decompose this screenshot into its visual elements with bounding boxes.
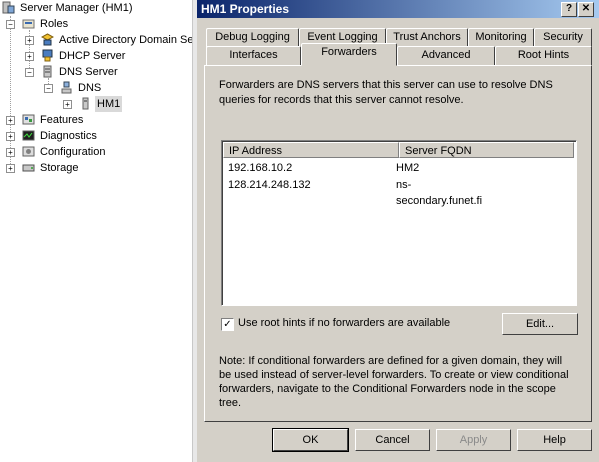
root-hints-label[interactable]: Use root hints if no forwarders are avai…: [238, 317, 450, 329]
dns-server-icon: [43, 65, 52, 78]
dhcp-icon: [42, 49, 53, 62]
tree-item-label: Storage: [40, 162, 79, 174]
tree-item-label: Active Directory Domain Se: [59, 34, 194, 46]
tree-item-label: Features: [40, 114, 84, 126]
help-button[interactable]: Help: [517, 429, 592, 451]
roles-icon: [22, 19, 35, 29]
list-item[interactable]: 192.168.10.2 HM2: [228, 160, 419, 176]
tree-item-label: DNS: [78, 82, 102, 94]
storage-icon: [22, 164, 35, 172]
conditional-forwarders-note: Note: If conditional forwarders are defi…: [219, 355, 569, 409]
collapse-icon[interactable]: −: [44, 84, 53, 93]
expand-icon[interactable]: +: [25, 36, 34, 45]
tree-item-dhcp[interactable]: + DHCP Server: [0, 48, 190, 64]
server-manager-icon: [2, 1, 15, 14]
collapse-icon[interactable]: −: [25, 68, 34, 77]
tab-trust-anchors[interactable]: Trust Anchors: [386, 28, 468, 48]
tab-root-hints[interactable]: Root Hints: [495, 46, 592, 66]
tab-debug-logging[interactable]: Debug Logging: [206, 28, 299, 48]
properties-dialog: HM1 Properties ? ✕ Debug Logging Event L…: [197, 0, 599, 462]
close-icon[interactable]: ✕: [578, 2, 594, 17]
scope-tree: Server Manager (HM1) − Roles + Active Di…: [0, 0, 196, 462]
dns-icon: [61, 81, 72, 94]
edit-button[interactable]: Edit...: [502, 313, 578, 335]
dialog-titlebar[interactable]: HM1 Properties ? ✕: [197, 0, 599, 18]
forwarders-panel: Forwarders are DNS servers that this ser…: [204, 65, 592, 422]
tree-item-hm1[interactable]: + HM1: [0, 96, 190, 112]
list-item[interactable]: 128.214.248.132 ns-secondary.funet.fi: [228, 177, 482, 207]
expand-icon[interactable]: +: [6, 164, 15, 173]
help-icon[interactable]: ?: [561, 2, 577, 17]
fqdn-cell: HM2: [396, 162, 420, 174]
tab-interfaces[interactable]: Interfaces: [206, 46, 301, 66]
ip-address-cell: 128.214.248.132: [228, 179, 311, 191]
tree-item-configuration[interactable]: + Configuration: [0, 144, 190, 160]
forwarders-description: Forwarders are DNS servers that this ser…: [219, 79, 553, 106]
ok-button[interactable]: OK: [272, 428, 349, 452]
tab-forwarders[interactable]: Forwarders: [301, 43, 397, 66]
tree-item-label: Diagnostics: [40, 130, 97, 142]
tab-advanced[interactable]: Advanced: [397, 46, 495, 66]
tree-item-storage[interactable]: + Storage: [0, 160, 190, 176]
root-hints-checkbox[interactable]: ✓: [221, 318, 234, 331]
tree-item-label: DNS Server: [59, 66, 118, 78]
tree-item-diagnostics[interactable]: + Diagnostics: [0, 128, 190, 144]
expand-icon[interactable]: +: [63, 100, 72, 109]
expand-icon[interactable]: +: [6, 132, 15, 141]
tree-item-label: HM1: [95, 96, 123, 112]
active-directory-icon: [41, 33, 54, 46]
fqdn-cell: ns-secondary.funet.fi: [396, 179, 483, 207]
apply-button[interactable]: Apply: [436, 429, 511, 451]
column-header-ip-address[interactable]: IP Address: [223, 142, 399, 158]
tree-item-roles[interactable]: − Roles: [0, 16, 190, 32]
tree-item-dns[interactable]: − DNS: [0, 80, 190, 96]
server-icon: [82, 97, 89, 110]
tree-item-active-directory[interactable]: + Active Directory Domain Se: [0, 32, 194, 48]
tree-item-label: DHCP Server: [59, 50, 126, 62]
dialog-title: HM1 Properties: [201, 2, 290, 16]
forwarders-list[interactable]: IP Address Server FQDN 192.168.10.2 HM2 …: [221, 140, 577, 306]
tab-security[interactable]: Security: [534, 28, 592, 48]
cancel-button[interactable]: Cancel: [355, 429, 430, 451]
tree-item-label: Roles: [40, 18, 69, 30]
column-header-server-fqdn[interactable]: Server FQDN: [399, 142, 574, 158]
expand-icon[interactable]: +: [25, 52, 34, 61]
diagnostics-icon: [22, 130, 35, 141]
ip-address-cell: 192.168.10.2: [228, 162, 293, 174]
expand-icon[interactable]: +: [6, 148, 15, 157]
tree-item-features[interactable]: + Features: [0, 112, 190, 128]
tab-monitoring[interactable]: Monitoring: [468, 28, 534, 48]
tree-root-label: Server Manager (HM1): [20, 2, 133, 14]
tree-item-dns-server[interactable]: − DNS Server: [0, 64, 190, 80]
tree-item-label: Configuration: [40, 146, 106, 158]
configuration-icon: [22, 146, 35, 157]
collapse-icon[interactable]: −: [6, 20, 15, 29]
features-icon: [22, 114, 35, 125]
expand-icon[interactable]: +: [6, 116, 15, 125]
